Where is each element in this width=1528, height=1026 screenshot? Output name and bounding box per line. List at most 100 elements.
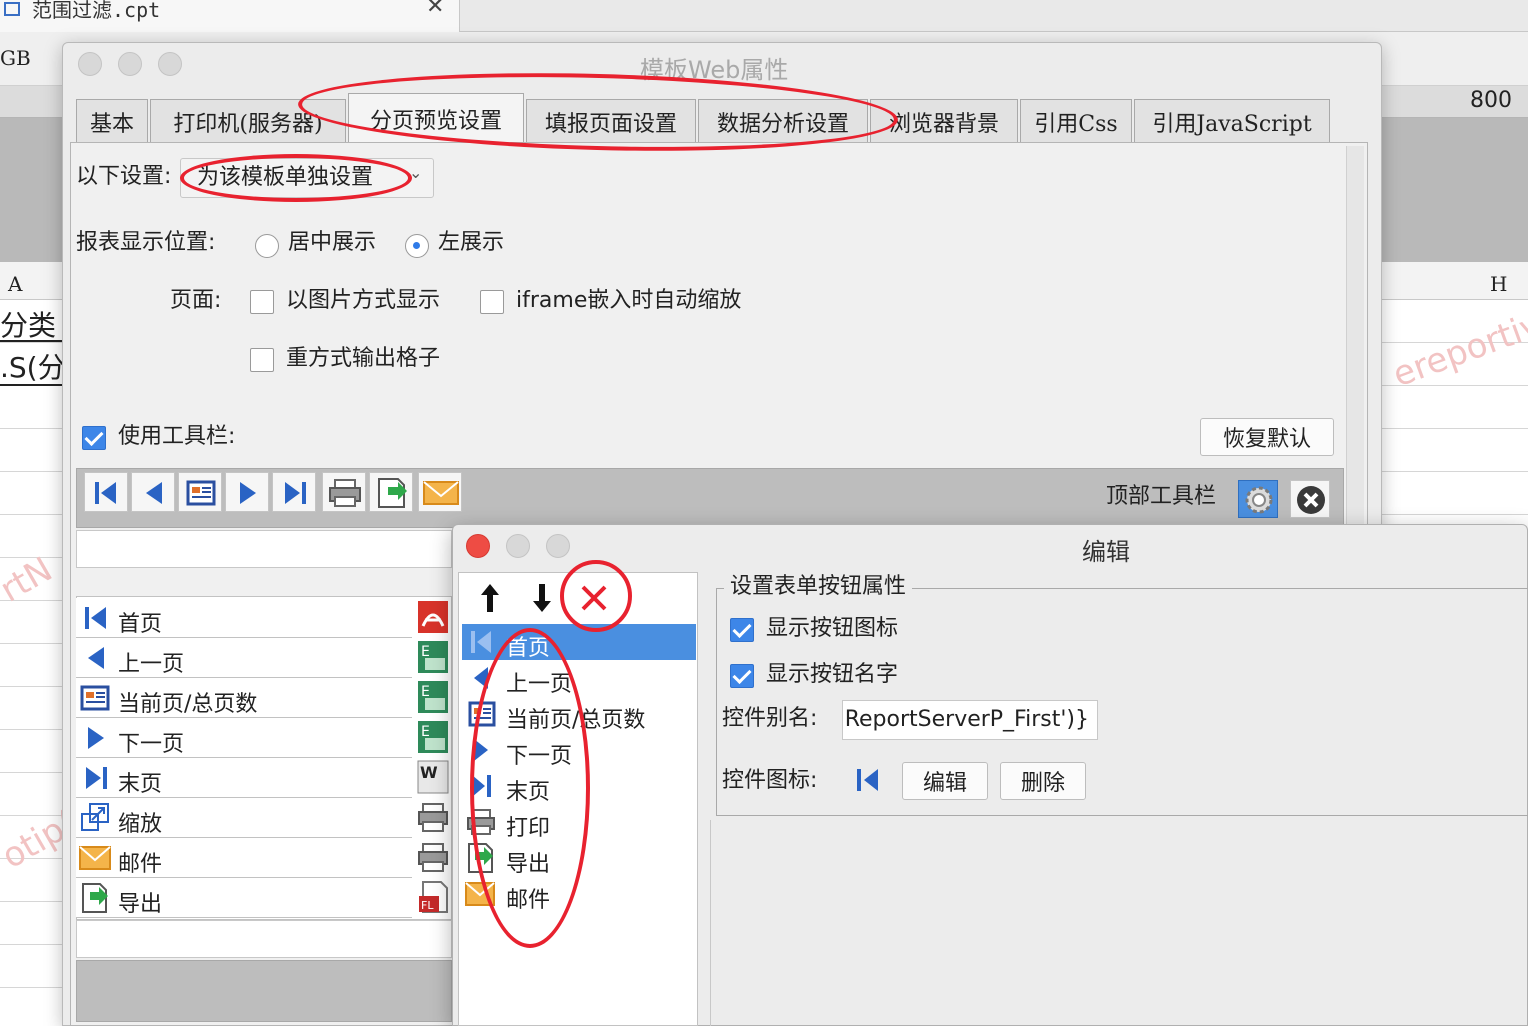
list-item-label: 缩放 xyxy=(118,812,163,837)
checkbox-use-toolbar[interactable] xyxy=(82,426,106,450)
toolbar-remove-button[interactable] xyxy=(1290,480,1330,518)
content-scrollbar[interactable] xyxy=(1346,146,1364,526)
iframe-zoom-label: iframe嵌入时自动缩放 xyxy=(516,288,742,313)
tab-basic[interactable]: 基本 xyxy=(76,99,148,143)
move-up-icon[interactable] xyxy=(478,582,502,614)
edit-zoom-traffic-light[interactable] xyxy=(546,534,570,558)
alias-input-value: ReportServerP_First')} xyxy=(844,707,1089,732)
file-icon xyxy=(4,2,20,16)
show-name-label: 显示按钮名字 xyxy=(766,662,899,687)
svg-text:E: E xyxy=(421,724,430,740)
radio-left[interactable] xyxy=(405,234,429,258)
list-item-next[interactable]: 下一页 xyxy=(76,718,412,758)
ruler-value: 800 xyxy=(1470,88,1512,113)
list-item-export[interactable]: 导出 xyxy=(76,878,412,918)
use-toolbar-label: 使用工具栏: xyxy=(118,424,236,449)
list-item-label: 导出 xyxy=(118,892,163,917)
column-a-header: A xyxy=(8,272,23,296)
zoom-icon xyxy=(81,803,109,831)
grid-output-label: 重方式输出格子 xyxy=(286,346,441,371)
restore-default-button[interactable]: 恢复默认 xyxy=(1200,418,1334,456)
tb-next-page[interactable] xyxy=(225,472,269,512)
edit-icon-button[interactable]: 编辑 xyxy=(902,762,988,800)
close-traffic-light[interactable] xyxy=(78,52,102,76)
minimize-traffic-light[interactable] xyxy=(118,52,142,76)
tb-last-page[interactable] xyxy=(272,472,316,512)
top-toolbar-label: 顶部工具栏 xyxy=(1106,484,1217,509)
column-h-header: H xyxy=(1490,272,1508,296)
checkbox-iframe-zoom[interactable] xyxy=(480,290,504,314)
file-tab[interactable]: 范围过滤.cpt ✕ xyxy=(0,0,460,32)
tab-css[interactable]: 引用Css xyxy=(1020,99,1132,143)
close-circle-icon xyxy=(1297,486,1325,514)
annotation-delete-ring xyxy=(560,560,632,632)
tb-export[interactable] xyxy=(369,472,413,512)
edit-close-traffic-light[interactable] xyxy=(466,534,490,558)
checkbox-show-icon[interactable] xyxy=(730,618,754,642)
file-tab-title: 范围过滤.cpt xyxy=(32,0,161,22)
gear-icon xyxy=(1245,486,1273,514)
first-page-icon xyxy=(85,607,106,629)
radio-center[interactable] xyxy=(255,234,279,258)
first-page-icon xyxy=(471,631,491,653)
list-item-last[interactable]: 末页 xyxy=(76,758,412,798)
show-icon-label: 显示按钮图标 xyxy=(766,616,899,641)
tb-print[interactable] xyxy=(322,472,366,512)
svg-text:E: E xyxy=(421,684,430,700)
zoom-traffic-light[interactable] xyxy=(158,52,182,76)
close-tab-icon[interactable]: ✕ xyxy=(426,0,444,19)
checkbox-show-name[interactable] xyxy=(730,664,754,688)
alias-label: 控件别名: xyxy=(722,706,818,731)
encoding-label: GB xyxy=(0,46,31,70)
cell-value: .S(分 xyxy=(0,351,66,384)
checkbox-image-mode[interactable] xyxy=(250,290,274,314)
tab-javascript[interactable]: 引用JavaScript xyxy=(1134,99,1330,143)
position-label: 报表显示位置: xyxy=(76,230,216,255)
list-item-page-count[interactable]: 当前页/总页数 xyxy=(76,678,412,718)
export-icon xyxy=(82,883,108,913)
alias-input[interactable]: ReportServerP_First')} xyxy=(842,700,1098,740)
edit-right-lower-panel xyxy=(710,820,1528,1026)
prev-page-icon xyxy=(146,482,162,504)
email-icon xyxy=(79,846,111,870)
delete-icon-button[interactable]: 删除 xyxy=(1000,762,1086,800)
export-icon xyxy=(378,478,407,508)
next-page-icon xyxy=(240,482,256,504)
edit-dialog-title: 编辑 xyxy=(1082,538,1130,566)
annotation-list-ring xyxy=(470,628,590,948)
tb-prev-page[interactable] xyxy=(131,472,175,512)
tb-email[interactable] xyxy=(418,472,462,512)
print-icon xyxy=(418,803,448,832)
list-item-first[interactable]: 首页 xyxy=(76,598,412,638)
radio-center-label: 居中展示 xyxy=(288,230,377,255)
last-page-icon xyxy=(285,482,306,504)
list-item-email[interactable]: 邮件 xyxy=(76,838,412,878)
annotation-setting-ring xyxy=(180,154,412,202)
svg-text:E: E xyxy=(421,644,430,660)
tb-page-count[interactable] xyxy=(178,472,222,512)
next-page-icon xyxy=(88,727,104,749)
last-page-icon xyxy=(86,767,107,789)
page-label: 页面: xyxy=(170,288,222,313)
setting-label: 以下设置: xyxy=(76,164,172,189)
list-item-prev[interactable]: 上一页 xyxy=(76,638,412,678)
toolbar-input[interactable] xyxy=(76,530,452,568)
prev-page-icon xyxy=(88,647,104,669)
page-count-icon xyxy=(186,480,216,506)
flash-icon: FL xyxy=(419,881,448,913)
list-item-zoom[interactable]: 缩放 xyxy=(76,798,412,838)
svg-text:FL: FL xyxy=(421,899,434,912)
pdf-icon xyxy=(418,601,448,633)
excel-icon: E xyxy=(418,641,448,673)
button-list-footer xyxy=(76,920,452,958)
checkbox-grid-output[interactable] xyxy=(250,348,274,372)
toolbar-settings-button[interactable] xyxy=(1238,480,1278,518)
page-count-icon xyxy=(80,685,110,711)
svg-text:W: W xyxy=(420,763,438,782)
tb-first-page[interactable] xyxy=(84,472,128,512)
excel-icon: E xyxy=(418,721,448,753)
move-down-icon[interactable] xyxy=(530,582,554,614)
print-icon xyxy=(329,479,361,507)
edit-minimize-traffic-light[interactable] xyxy=(506,534,530,558)
bottom-gray-panel xyxy=(76,960,452,1022)
